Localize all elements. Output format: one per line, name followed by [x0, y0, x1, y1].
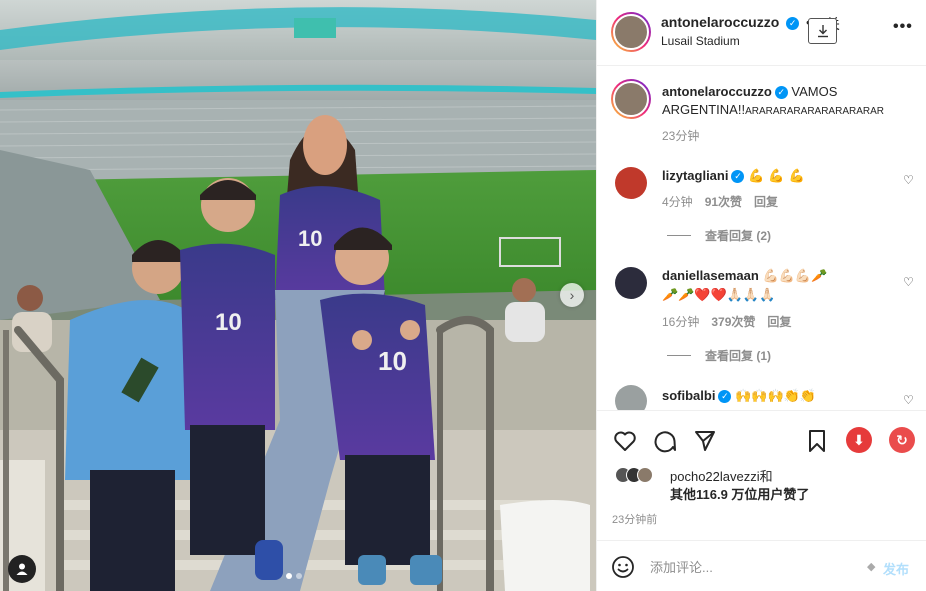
carousel-next-button[interactable]: › [560, 283, 584, 307]
replies-line [667, 355, 691, 356]
chevron-right-icon: › [569, 287, 575, 303]
author-username-row: antonelaroccuzzo ✓ • [661, 14, 811, 30]
emoji-icon[interactable] [611, 555, 635, 579]
download-icon [817, 25, 828, 38]
caption-tail: ARARARARARARARARARAR [745, 106, 884, 117]
comment-likes[interactable]: 379次赞 [711, 313, 755, 330]
comment-reply-button[interactable]: 回复 [767, 313, 791, 330]
extension-repost-button[interactable]: ↻ [889, 427, 915, 453]
comment-likes[interactable]: 91次赞 [705, 193, 742, 210]
comment-bubble-icon [654, 431, 676, 453]
caption-text-block: antonelaroccuzzo ✓ VAMOS ARGENTINA!!ARARA… [662, 83, 912, 121]
comment-username[interactable]: sofibalbi [662, 388, 715, 403]
comment-text-line1: 💪🏻💪🏻💪🏻🥕 [762, 269, 828, 284]
commenter-avatar[interactable] [615, 385, 647, 410]
caption-time: 23分钟 [662, 127, 699, 144]
first-liker[interactable]: pocho22lavezzi [670, 469, 760, 484]
svg-text:10: 10 [378, 346, 407, 376]
commenter-avatar[interactable] [615, 167, 647, 199]
view-replies-label: 查看回复 (2) [705, 229, 772, 243]
comment-body: daniellasemaan 💪🏻💪🏻💪🏻🥕 🥕🥕❤️❤️🙏🏻🙏🏻🙏🏻 [662, 267, 827, 305]
comment-text: 🙌🙌🙌👏👏 [735, 389, 817, 404]
comment-time[interactable]: 4分钟 [662, 193, 693, 210]
post-location[interactable]: Lusail Stadium [661, 34, 740, 48]
comment-meta: 4分钟 91次赞 回复 [662, 193, 778, 210]
download-button[interactable] [808, 18, 837, 44]
carousel-dots [286, 573, 302, 579]
comment-body: lizytagliani ✓ 💪 💪 💪 [662, 167, 805, 186]
more-options-button[interactable]: ••• [893, 18, 913, 36]
verified-badge-icon: ✓ [786, 16, 800, 30]
replies-line [667, 235, 691, 236]
comment-meta: 16分钟 379次赞 回复 [662, 313, 791, 330]
svg-text:10: 10 [215, 309, 242, 336]
more-icon: ••• [893, 18, 913, 35]
carousel-dot [296, 573, 302, 579]
post-actions: ⬇ ↻ pocho22lavezzi和 其他116.9 万位用户赞了 23分钟前 [597, 410, 926, 540]
author-username[interactable]: antonelaroccuzzo [661, 14, 779, 30]
post-side-panel: antonelaroccuzzo ✓ • 已关 Lusail Stadium •… [596, 0, 926, 591]
verified-badge-icon: ✓ [731, 170, 745, 184]
like-button[interactable] [612, 428, 638, 454]
comment-body: sofibalbi ✓ 🙌🙌🙌👏👏 [662, 387, 816, 406]
stadium-photo-illustration: 10 10 10 [0, 0, 596, 591]
verified-badge-icon: ✓ [718, 390, 732, 404]
comment-username[interactable]: daniellasemaan [662, 268, 759, 283]
post-time-ago[interactable]: 23分钟前 [612, 511, 657, 527]
bookmark-icon [809, 430, 825, 452]
author-avatar[interactable] [611, 12, 651, 52]
caption-username[interactable]: antonelaroccuzzo [662, 84, 772, 99]
comment-like-heart-icon[interactable]: ♡ [903, 173, 914, 187]
comment-text-line2: 🥕🥕❤️❤️🙏🏻🙏🏻🙏🏻 [662, 288, 776, 303]
comment-time[interactable]: 16分钟 [662, 313, 699, 330]
view-replies-button[interactable]: 查看回复 (2) [667, 227, 771, 244]
comment-reply-button[interactable]: 回复 [754, 193, 778, 210]
download-arrow-icon: ⬇ [853, 431, 865, 448]
heart-icon [614, 431, 636, 451]
liker-avatars[interactable] [615, 467, 653, 483]
tagged-users-button[interactable] [8, 555, 36, 583]
comment-button[interactable] [652, 428, 678, 454]
view-replies-button[interactable]: 查看回复 (1) [667, 347, 771, 364]
add-comment-bar: ◆ 发布 [597, 540, 926, 591]
comment-like-heart-icon[interactable]: ♡ [903, 393, 914, 407]
caption-author-avatar[interactable] [611, 79, 651, 119]
share-button[interactable] [692, 428, 718, 454]
share-icon [695, 431, 715, 451]
liker-avatar [637, 467, 653, 483]
svg-text:10: 10 [298, 226, 322, 251]
comment-username[interactable]: lizytagliani [662, 168, 728, 183]
verified-badge-icon: ✓ [774, 86, 788, 100]
view-replies-label: 查看回复 (1) [705, 349, 772, 363]
caption-timestamp[interactable]: 23分钟 [662, 127, 699, 144]
post-header: antonelaroccuzzo ✓ • 已关 Lusail Stadium •… [597, 0, 926, 66]
comments-list: antonelaroccuzzo ✓ VAMOS ARGENTINA!!ARARA… [597, 67, 926, 410]
comment-like-heart-icon[interactable]: ♡ [903, 275, 914, 289]
post-arrow-icon: ◆ [867, 561, 876, 573]
comment-input[interactable] [650, 556, 850, 578]
carousel-dot-active [286, 573, 292, 579]
post-photo[interactable]: 10 10 10 › [0, 0, 596, 591]
likes-others[interactable]: 其他116.9 万位用户赞了 [670, 487, 809, 502]
save-button[interactable] [804, 428, 830, 454]
repost-icon: ↻ [896, 431, 908, 448]
extension-download-button[interactable]: ⬇ [846, 427, 872, 453]
likes-summary: pocho22lavezzi和 其他116.9 万位用户赞了 [670, 468, 809, 504]
likes-connector: 和 [759, 469, 773, 484]
commenter-avatar[interactable] [615, 267, 647, 299]
user-icon [16, 563, 28, 575]
comment-text: 💪 💪 💪 [748, 169, 805, 184]
post-comment-button[interactable]: 发布 [883, 559, 909, 578]
